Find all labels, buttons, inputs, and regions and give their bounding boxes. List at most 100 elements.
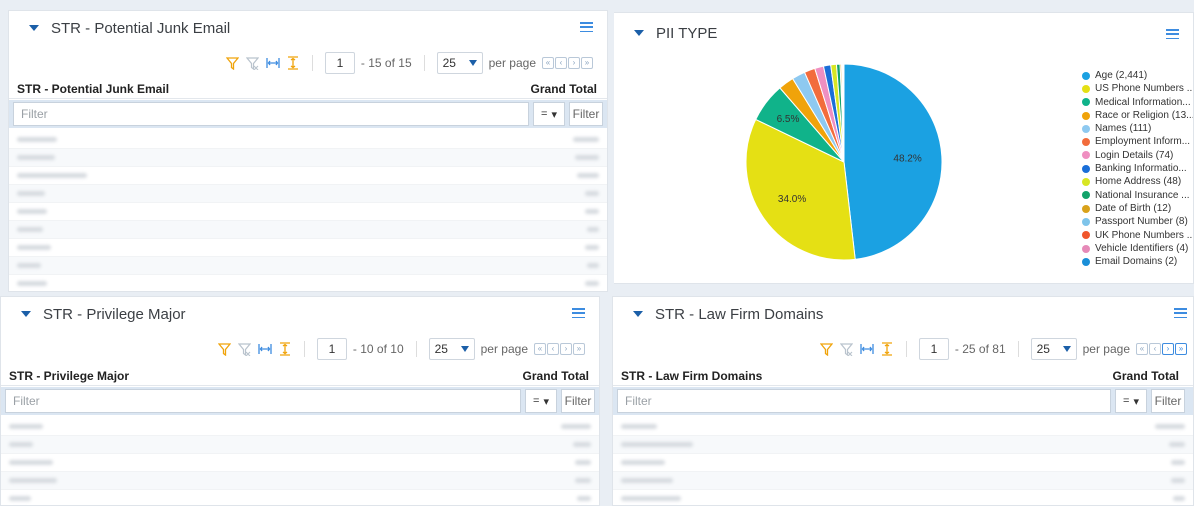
hamburger-menu-icon[interactable] [1174, 308, 1187, 318]
next-page-button[interactable]: › [560, 343, 572, 355]
column-header-name[interactable]: STR - Potential Junk Email [9, 82, 531, 96]
filter-icon[interactable] [820, 342, 834, 356]
table-row[interactable] [1, 436, 599, 454]
prev-page-button[interactable]: ‹ [547, 343, 559, 355]
table-row[interactable] [613, 490, 1193, 505]
legend-item[interactable]: Race or Religion (13... [1082, 109, 1193, 122]
legend-item[interactable]: Age (2,441) [1082, 69, 1193, 82]
last-page-button[interactable]: » [1175, 343, 1187, 355]
fit-columns-icon[interactable] [258, 342, 272, 356]
table-body [613, 418, 1193, 505]
table-row[interactable] [613, 418, 1193, 436]
column-header-total[interactable]: Grand Total [523, 369, 599, 383]
legend-item[interactable]: Home Address (48) [1082, 175, 1193, 188]
table-row[interactable] [9, 221, 607, 239]
fit-rows-icon[interactable] [278, 342, 292, 356]
table-row[interactable] [613, 454, 1193, 472]
slice-data-label: 6.5% [777, 114, 800, 125]
legend-item[interactable]: Medical Information... [1082, 96, 1193, 109]
legend-item[interactable]: Names (111) [1082, 122, 1193, 135]
table-row[interactable] [613, 472, 1193, 490]
collapse-caret-icon[interactable] [634, 30, 644, 36]
first-page-button[interactable]: « [1136, 343, 1148, 355]
legend-item[interactable]: Date of Birth (12) [1082, 202, 1193, 215]
caret-down-icon: ▾ [551, 108, 557, 121]
table-row[interactable] [1, 454, 599, 472]
last-page-button[interactable]: » [581, 57, 593, 69]
legend-item[interactable]: National Insurance ... [1082, 189, 1193, 202]
filter-operator-select[interactable]: = ▾ [525, 389, 557, 413]
next-page-button[interactable]: › [1162, 343, 1174, 355]
hamburger-menu-icon[interactable] [1166, 29, 1179, 39]
filter-icon[interactable] [226, 56, 240, 70]
first-page-button[interactable]: « [542, 57, 554, 69]
table-row[interactable] [9, 185, 607, 203]
page-number-input[interactable]: 1 [918, 338, 949, 360]
table-row[interactable] [9, 131, 607, 149]
pii-type-panel: PII TYPE 48.2% 34.0% 6.5% Age (2,441) US Ph… [614, 12, 1194, 284]
legend-item[interactable]: Banking Informatio... [1082, 162, 1193, 175]
filter-button[interactable]: Filter [569, 102, 603, 126]
per-page-label: per page [488, 56, 536, 70]
panel-header: STR - Law Firm Domains [613, 297, 1193, 331]
filter-button[interactable]: Filter [1151, 389, 1185, 413]
fit-rows-icon[interactable] [286, 56, 300, 70]
column-header-total[interactable]: Grand Total [1113, 369, 1193, 383]
legend-swatch [1082, 217, 1090, 226]
legend-label: Login Details (74) [1095, 149, 1174, 161]
legend-item[interactable]: US Phone Numbers ... [1082, 82, 1193, 95]
fit-columns-icon[interactable] [266, 56, 280, 70]
clear-filter-icon[interactable] [238, 342, 252, 356]
prev-page-button[interactable]: ‹ [1149, 343, 1161, 355]
grid-toolbar: 1 - 25 of 81 25 per page « ‹ › » [820, 337, 1187, 361]
legend-item[interactable]: Vehicle Identifiers (4) [1082, 242, 1193, 255]
table-row[interactable] [9, 257, 607, 275]
table-row[interactable] [9, 149, 607, 167]
table-row[interactable] [9, 203, 607, 221]
per-page-select[interactable]: 25 [428, 338, 475, 360]
column-header-total[interactable]: Grand Total [531, 82, 607, 96]
table-row[interactable] [9, 239, 607, 257]
first-page-button[interactable]: « [534, 343, 546, 355]
filter-icon[interactable] [218, 342, 232, 356]
column-header-name[interactable]: STR - Privilege Major [1, 369, 523, 383]
legend-item[interactable]: Email Domains (2) [1082, 255, 1193, 268]
collapse-caret-icon[interactable] [29, 25, 39, 31]
legend-swatch [1082, 124, 1090, 133]
table-row[interactable] [9, 275, 607, 291]
legend-item[interactable]: Login Details (74) [1082, 149, 1193, 162]
per-page-select[interactable]: 25 [1030, 338, 1077, 360]
hamburger-menu-icon[interactable] [572, 308, 585, 318]
filter-input[interactable]: Filter [617, 389, 1111, 413]
filter-operator-select[interactable]: = ▾ [1115, 389, 1147, 413]
column-header-name[interactable]: STR - Law Firm Domains [613, 369, 1113, 383]
legend-item[interactable]: UK Phone Numbers ... [1082, 229, 1193, 242]
last-page-button[interactable]: » [573, 343, 585, 355]
clear-filter-icon[interactable] [246, 56, 260, 70]
legend-label: Vehicle Identifiers (4) [1095, 242, 1189, 254]
privilege-major-panel: STR - Privilege Major 1 - 10 of 10 25 pe… [0, 296, 600, 506]
filter-input[interactable]: Filter [5, 389, 521, 413]
collapse-caret-icon[interactable] [21, 311, 31, 317]
fit-columns-icon[interactable] [860, 342, 874, 356]
table-row[interactable] [1, 418, 599, 436]
collapse-caret-icon[interactable] [633, 311, 643, 317]
filter-input[interactable]: Filter [13, 102, 529, 126]
prev-page-button[interactable]: ‹ [555, 57, 567, 69]
page-number-input[interactable]: 1 [324, 52, 355, 74]
legend-item[interactable]: Employment Inform... [1082, 135, 1193, 148]
table-row[interactable] [613, 436, 1193, 454]
filter-operator-select[interactable]: = ▾ [533, 102, 565, 126]
filter-button[interactable]: Filter [561, 389, 595, 413]
per-page-select[interactable]: 25 [436, 52, 483, 74]
legend-item[interactable]: Passport Number (8) [1082, 215, 1193, 228]
fit-rows-icon[interactable] [880, 342, 894, 356]
table-row[interactable] [1, 472, 599, 490]
table-row[interactable] [9, 167, 607, 185]
next-page-button[interactable]: › [568, 57, 580, 69]
clear-filter-icon[interactable] [840, 342, 854, 356]
hamburger-menu-icon[interactable] [580, 22, 593, 32]
chart-legend: Age (2,441) US Phone Numbers ... Medical I… [1082, 69, 1193, 268]
table-row[interactable] [1, 490, 599, 505]
page-number-input[interactable]: 1 [316, 338, 347, 360]
